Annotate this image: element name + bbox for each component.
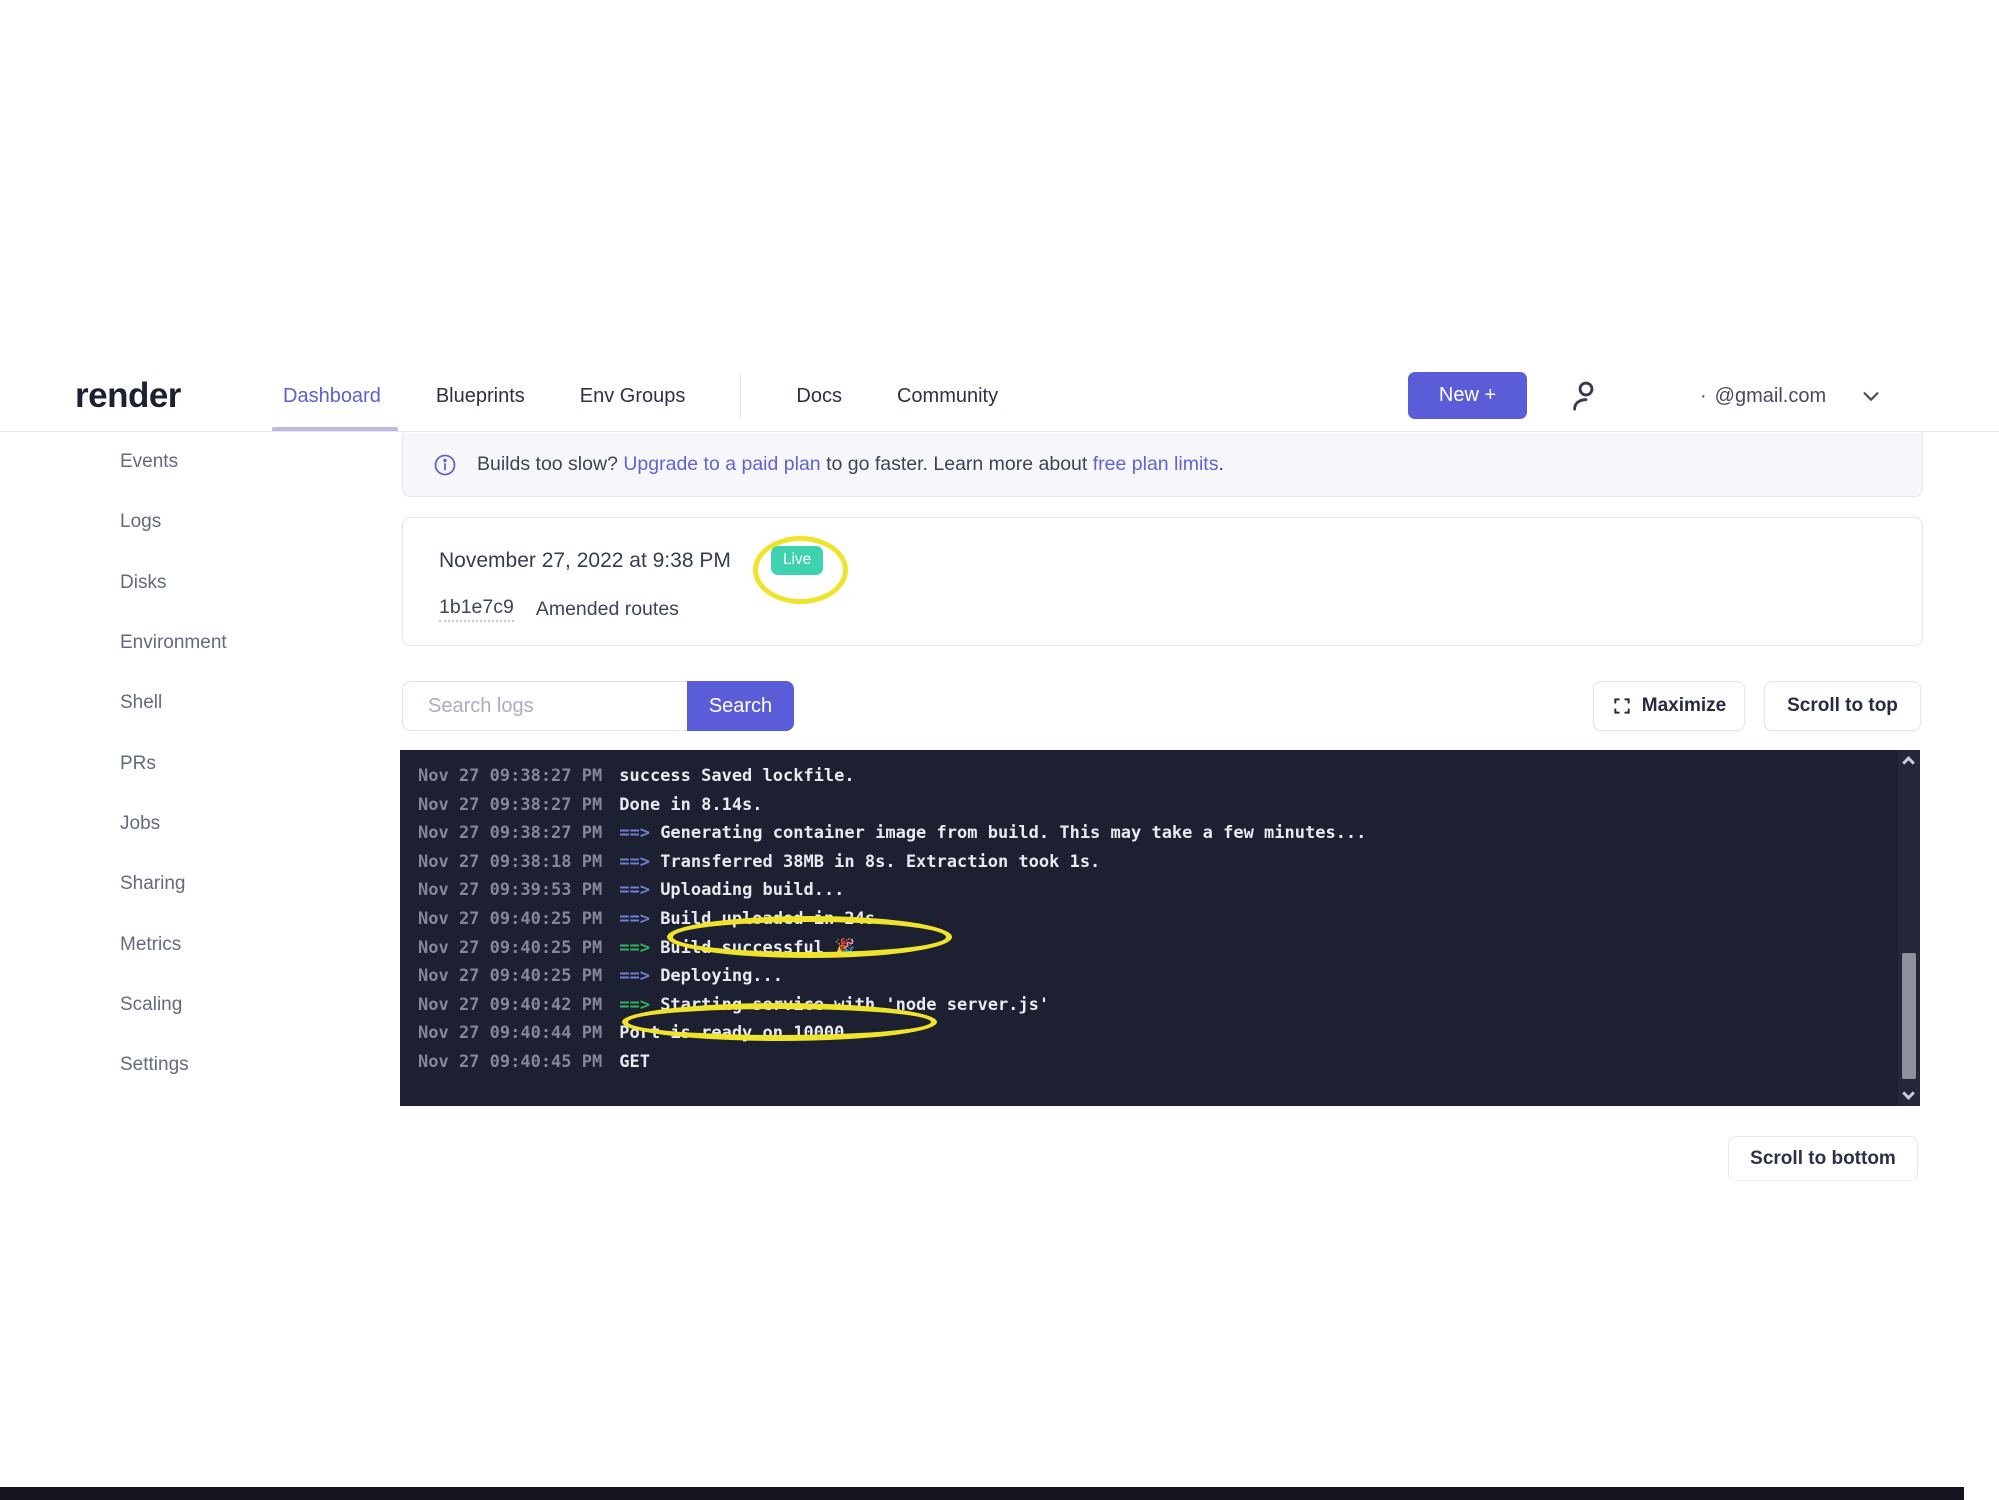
active-tab-underline: [272, 427, 398, 431]
upgrade-banner: Builds too slow? Upgrade to a paid plan …: [402, 433, 1923, 497]
account-menu[interactable]: · @gmail.com: [1700, 360, 1882, 432]
scrollbar-thumb[interactable]: [1902, 953, 1916, 1079]
log-arrow: ==>: [619, 909, 660, 929]
log-timestamp: Nov 27 09:38:27 PM: [418, 823, 602, 843]
log-line: Nov 27 09:38:27 PM Done in 8.14s.: [418, 791, 1880, 820]
live-status-badge: Live: [771, 546, 823, 575]
log-timestamp: Nov 27 09:38:27 PM: [418, 766, 602, 786]
sidebar-item-sharing[interactable]: Sharing: [120, 854, 360, 914]
scroll-to-bottom-button[interactable]: Scroll to bottom: [1728, 1136, 1918, 1181]
maximize-icon: [1612, 696, 1632, 716]
maximize-label: Maximize: [1642, 695, 1726, 717]
service-sidebar: Events Logs Disks Environment Shell PRs …: [120, 432, 360, 1095]
primary-nav: Dashboard Blueprints Env Groups Docs Com…: [283, 360, 998, 432]
user-email: @gmail.com: [1715, 385, 1826, 408]
log-line: Nov 27 09:38:18 PM ==> Transferred 38MB i…: [418, 848, 1880, 877]
render-logo: render: [75, 360, 181, 432]
log-message: Build successful 🎉: [660, 938, 855, 958]
log-line: Nov 27 09:40:42 PM ==> Starting service w…: [418, 991, 1880, 1020]
log-terminal[interactable]: Nov 27 09:38:27 PM success Saved lockfile…: [400, 750, 1920, 1106]
log-line: Nov 27 09:40:45 PM GET: [418, 1048, 1880, 1077]
log-line: Nov 27 09:38:27 PM ==> Generating contain…: [418, 819, 1880, 848]
terminal-scrollbar[interactable]: [1898, 750, 1920, 1106]
log-arrow: ==>: [619, 880, 660, 900]
deploy-commit-row: 1b1e7c9 Amended routes: [439, 596, 679, 622]
log-message: Done in 8.14s.: [619, 795, 762, 815]
log-timestamp: Nov 27 09:40:25 PM: [418, 938, 602, 958]
nav-blueprints[interactable]: Blueprints: [436, 385, 525, 408]
log-lines: Nov 27 09:38:27 PM success Saved lockfile…: [418, 762, 1880, 1077]
sidebar-item-prs[interactable]: PRs: [120, 733, 360, 793]
log-line-build-successful: Nov 27 09:40:25 PM ==> Build successful 🎉: [418, 934, 1880, 963]
log-message: GET: [619, 1052, 650, 1072]
log-arrow: ==>: [619, 995, 660, 1015]
sidebar-item-scaling[interactable]: Scaling: [120, 975, 360, 1035]
new-button[interactable]: New +: [1408, 372, 1527, 419]
nav-dashboard[interactable]: Dashboard: [283, 385, 381, 408]
sidebar-item-events[interactable]: Events: [120, 432, 360, 492]
top-navbar: render Dashboard Blueprints Env Groups D…: [0, 360, 1999, 432]
log-message: Generating container image from build. T…: [660, 823, 1366, 843]
banner-text-mid: to go faster. Learn more about: [821, 453, 1093, 475]
log-message: Deploying...: [660, 966, 783, 986]
log-timestamp: Nov 27 09:40:42 PM: [418, 995, 602, 1015]
commit-message: Amended routes: [536, 598, 679, 621]
upgrade-plan-link[interactable]: Upgrade to a paid plan: [623, 453, 820, 475]
sidebar-item-logs[interactable]: Logs: [120, 492, 360, 552]
scrollbar-up-arrow-icon[interactable]: [1902, 756, 1915, 769]
search-logs-input[interactable]: [402, 681, 687, 731]
bottom-bar: [0, 1487, 1964, 1500]
log-arrow: ==>: [619, 966, 660, 986]
chevron-down-icon: [1860, 385, 1882, 407]
banner-text-before: Builds too slow?: [477, 453, 623, 475]
free-plan-limits-link[interactable]: free plan limits: [1093, 453, 1219, 475]
scrollbar-down-arrow-icon[interactable]: [1902, 1087, 1915, 1100]
deploy-card: November 27, 2022 at 9:38 PM Live 1b1e7c…: [402, 517, 1923, 646]
deploy-header-row: November 27, 2022 at 9:38 PM Live: [439, 546, 823, 575]
log-line: Nov 27 09:38:27 PM success Saved lockfile…: [418, 762, 1880, 791]
log-message: Uploading build...: [660, 880, 844, 900]
nav-divider: [740, 374, 741, 418]
nav-community[interactable]: Community: [897, 385, 998, 408]
log-timestamp: Nov 27 09:40:45 PM: [418, 1052, 602, 1072]
log-message: success Saved lockfile.: [619, 766, 854, 786]
maximize-button[interactable]: Maximize: [1593, 681, 1745, 731]
sidebar-item-jobs[interactable]: Jobs: [120, 794, 360, 854]
page: render Dashboard Blueprints Env Groups D…: [0, 0, 1999, 1500]
log-line: Nov 27 09:40:25 PM ==> Deploying...: [418, 962, 1880, 991]
log-timestamp: Nov 27 09:39:53 PM: [418, 880, 602, 900]
log-line-port-ready: Nov 27 09:40:44 PM Port is ready on 10000: [418, 1019, 1880, 1048]
log-message: Build uploaded in 24s: [660, 909, 875, 929]
search-button[interactable]: Search: [687, 681, 794, 731]
log-timestamp: Nov 27 09:38:18 PM: [418, 852, 602, 872]
deploy-date: November 27, 2022 at 9:38 PM: [439, 549, 731, 573]
log-message: Starting service with 'node server.js': [660, 995, 1049, 1015]
log-message: Transferred 38MB in 8s. Extraction took …: [660, 852, 1100, 872]
log-line: Nov 27 09:39:53 PM ==> Uploading build...: [418, 876, 1880, 905]
sidebar-item-shell[interactable]: Shell: [120, 673, 360, 733]
sidebar-item-settings[interactable]: Settings: [120, 1035, 360, 1095]
commit-hash-link[interactable]: 1b1e7c9: [439, 596, 514, 622]
log-line: Nov 27 09:40:25 PM ==> Build uploaded in …: [418, 905, 1880, 934]
log-timestamp: Nov 27 09:38:27 PM: [418, 795, 602, 815]
banner-text: Builds too slow? Upgrade to a paid plan …: [477, 453, 1224, 476]
sidebar-item-metrics[interactable]: Metrics: [120, 914, 360, 974]
log-timestamp: Nov 27 09:40:25 PM: [418, 966, 602, 986]
nav-docs[interactable]: Docs: [796, 385, 842, 408]
log-arrow: ==>: [619, 938, 660, 958]
banner-text-after: .: [1218, 453, 1223, 475]
log-message: Port is ready on 10000: [619, 1023, 844, 1043]
log-arrow: ==>: [619, 823, 660, 843]
user-avatar-icon[interactable]: [1565, 375, 1607, 417]
log-timestamp: Nov 27 09:40:44 PM: [418, 1023, 602, 1043]
sidebar-item-disks[interactable]: Disks: [120, 553, 360, 613]
scroll-to-top-button[interactable]: Scroll to top: [1764, 681, 1921, 731]
nav-env-groups[interactable]: Env Groups: [580, 385, 686, 408]
log-arrow: ==>: [619, 852, 660, 872]
info-icon: [433, 453, 457, 477]
log-timestamp: Nov 27 09:40:25 PM: [418, 909, 602, 929]
user-prefix-dot: ·: [1700, 385, 1707, 408]
sidebar-item-environment[interactable]: Environment: [120, 613, 360, 673]
